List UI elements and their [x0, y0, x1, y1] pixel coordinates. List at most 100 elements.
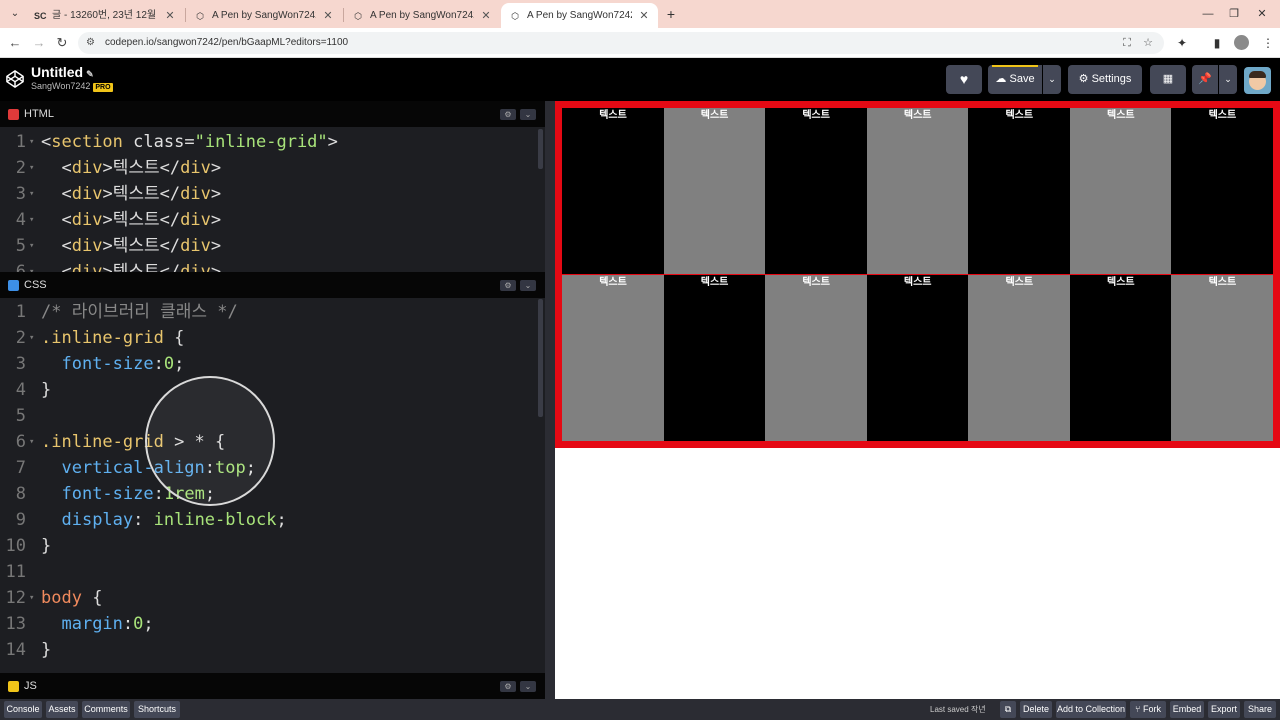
save-dropdown-button[interactable]: ⌄ — [1043, 65, 1061, 94]
code-text[interactable]: <div>텍스트</div> — [41, 233, 221, 259]
settings-button[interactable]: ⚙ Settings — [1068, 65, 1142, 94]
chevron-down-icon: ⌄ — [1224, 74, 1232, 84]
save-button[interactable]: ☁ Save — [988, 65, 1042, 94]
back-icon[interactable]: ← — [6, 34, 24, 52]
translate-icon[interactable]: ⛶ — [1120, 36, 1134, 50]
site-info-icon[interactable]: ⚙ — [86, 36, 95, 50]
console-button[interactable]: Console — [4, 701, 42, 718]
share-button[interactable]: Share — [1244, 701, 1276, 718]
line-number: 14 — [5, 640, 26, 660]
forward-icon[interactable]: → — [30, 34, 48, 52]
code-text[interactable]: body { — [41, 585, 102, 611]
css-scrollbar[interactable] — [538, 299, 543, 417]
pen-title[interactable]: Untitled ✎ — [31, 64, 94, 82]
fold-arrow-icon[interactable]: ▾ — [29, 233, 34, 259]
html-code-area[interactable]: 1 ▾ <section class="inline-grid"> 2 ▾ <div>텍… — [0, 129, 545, 273]
fold-arrow-icon[interactable]: ▾ — [29, 429, 34, 455]
author-name[interactable]: SangWon7242 — [31, 81, 90, 91]
code-text[interactable]: /* 라이브러리 클래스 */ — [41, 299, 238, 325]
fold-arrow-icon[interactable]: ▾ — [29, 129, 34, 155]
js-collapse-icon[interactable]: ⌄ — [520, 681, 536, 692]
fold-arrow-icon[interactable]: ▾ — [29, 207, 34, 233]
html-scrollbar[interactable] — [538, 129, 543, 169]
editor-panel: HTML ⚙ ⌄ 1 ▾ <section class="inline-grid">… — [0, 101, 545, 699]
code-text[interactable]: <div>텍스트</div> — [41, 207, 221, 233]
panel-resizer[interactable] — [545, 101, 555, 699]
url-text[interactable]: codepen.io/sangwon7242/pen/bGaapML?edito… — [105, 36, 348, 50]
close-icon[interactable]: ✕ — [164, 4, 176, 28]
minimize-icon[interactable]: — — [1200, 6, 1216, 22]
fold-arrow-icon[interactable]: ▾ — [29, 585, 34, 611]
code-text[interactable]: <div>텍스트</div> — [41, 181, 221, 207]
browser-tab-1[interactable]: SC 글 - 13260번, 23년 12월 06일 ✕ — [26, 3, 184, 28]
url-bar[interactable]: ⚙ codepen.io/sangwon7242/pen/bGaapML?edi… — [78, 32, 1164, 54]
bookmark-star-icon[interactable]: ☆ — [1141, 36, 1155, 50]
user-avatar[interactable] — [1244, 67, 1271, 94]
js-settings-icon[interactable]: ⚙ — [500, 681, 516, 692]
code-text[interactable]: } — [41, 637, 51, 663]
tab-title: A Pen by SangWon7242 — [527, 9, 632, 21]
code-text[interactable]: } — [41, 377, 51, 403]
restore-icon[interactable]: ❐ — [1226, 6, 1242, 22]
extensions-icon[interactable]: ✦ — [1174, 35, 1190, 51]
add-to-collection-button[interactable]: Add to Collection — [1056, 701, 1126, 718]
line-number: 6 — [15, 432, 26, 452]
browser-tab-3[interactable]: ⬡ A Pen by SangWon7242 ✕ — [344, 3, 500, 28]
grid-cell: 텍스트 — [968, 275, 1071, 441]
fork-button[interactable]: ⑂ Fork — [1130, 701, 1166, 718]
code-text[interactable]: <section class="inline-grid"> — [41, 129, 338, 155]
html-editor-header: HTML ⚙ ⌄ — [0, 101, 545, 127]
css-code-area[interactable]: 1/* 라이브러리 클래스 */2 ▾ .inline-grid {3 font-s… — [0, 299, 545, 673]
assets-button[interactable]: Assets — [46, 701, 78, 718]
js-editor-header: JS ⚙ ⌄ — [0, 673, 545, 699]
shortcuts-button[interactable]: Shortcuts — [134, 701, 180, 718]
html-collapse-icon[interactable]: ⌄ — [520, 109, 536, 120]
code-text[interactable]: .inline-grid { — [41, 325, 184, 351]
css-collapse-icon[interactable]: ⌄ — [520, 280, 536, 291]
more-menu-icon[interactable]: ⋮ — [1260, 35, 1276, 51]
fold-arrow-icon[interactable]: ▾ — [29, 325, 34, 351]
comments-button[interactable]: Comments — [82, 701, 130, 718]
code-text[interactable]: <div>텍스트</div> — [41, 155, 221, 181]
close-icon[interactable]: ✕ — [322, 4, 334, 28]
external-link-button[interactable]: ⧉ — [1000, 701, 1016, 718]
new-tab-icon[interactable]: + — [663, 6, 679, 22]
profile-avatar[interactable] — [1234, 35, 1249, 50]
code-text[interactable]: display: inline-block; — [41, 507, 286, 533]
codepen-logo-icon[interactable] — [6, 70, 24, 88]
layout-icon: ▦ — [1162, 73, 1174, 85]
html-settings-icon[interactable]: ⚙ — [500, 109, 516, 120]
layout-button[interactable]: ▦ — [1150, 65, 1186, 94]
window-close-icon[interactable]: ✕ — [1254, 6, 1270, 22]
close-icon[interactable]: ✕ — [480, 4, 492, 28]
chevron-down-icon: ⌄ — [1048, 74, 1056, 84]
fold-arrow-icon[interactable]: ▾ — [29, 259, 34, 273]
fold-arrow-icon[interactable]: ▾ — [29, 155, 34, 181]
fold-arrow-icon[interactable]: ▾ — [29, 181, 34, 207]
browser-tab-2[interactable]: ⬡ A Pen by SangWon7242 ✕ — [186, 3, 342, 28]
reload-icon[interactable]: ↻ — [53, 34, 71, 52]
embed-button[interactable]: Embed — [1170, 701, 1204, 718]
pin-dropdown-button[interactable]: ⌄ — [1219, 65, 1237, 94]
code-text[interactable]: <div>텍스트</div> — [41, 259, 221, 273]
pin-button[interactable]: 📌 — [1192, 65, 1218, 94]
fork-icon: ⑂ — [1135, 704, 1141, 714]
close-icon[interactable]: ✕ — [638, 4, 650, 28]
settings-label: Settings — [1091, 73, 1132, 85]
heart-button[interactable]: ♥ — [946, 65, 982, 94]
html-editor-title: HTML — [8, 106, 54, 122]
code-text[interactable]: margin:0; — [41, 611, 153, 637]
css-settings-icon[interactable]: ⚙ — [500, 280, 516, 291]
tab-search-icon[interactable]: ⌄ — [6, 5, 24, 23]
pen-title-text[interactable]: Untitled — [31, 64, 83, 80]
pencil-icon[interactable]: ✎ — [86, 69, 94, 79]
line-number: 8 — [15, 484, 26, 504]
delete-button[interactable]: Delete — [1020, 701, 1052, 718]
export-button[interactable]: Export — [1208, 701, 1240, 718]
browser-tab-4-active[interactable]: ⬡ A Pen by SangWon7242 ✕ — [501, 3, 658, 28]
grid-cell: 텍스트 — [562, 275, 664, 441]
code-text[interactable]: } — [41, 533, 51, 559]
side-panel-icon[interactable]: ▮ — [1209, 35, 1225, 51]
code-text[interactable]: font-size:0; — [41, 351, 184, 377]
grid-cell: 텍스트 — [765, 108, 868, 274]
